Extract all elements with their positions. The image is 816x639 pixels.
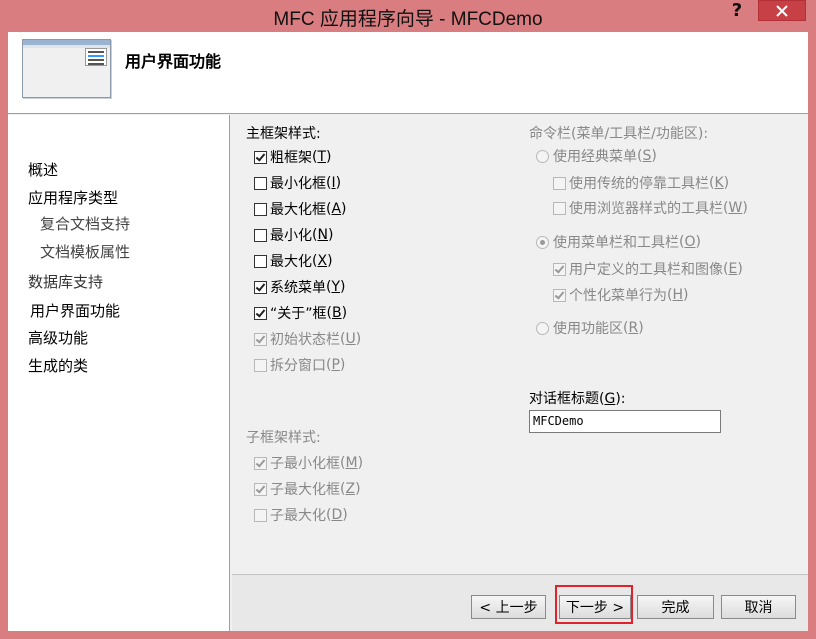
close-icon xyxy=(776,4,788,17)
option-accelerator: M xyxy=(345,455,358,471)
close-button[interactable] xyxy=(758,0,806,21)
legacy-toolbar-checkbox[interactable]: 使用传统的停靠工具栏(K) xyxy=(553,174,729,192)
main-frame-checkbox[interactable]: “关于”框(B) xyxy=(254,304,347,322)
dialog-title-input[interactable]: MFCDemo xyxy=(529,410,721,433)
checkbox-indicator xyxy=(254,306,267,320)
option-label: 最小化 xyxy=(270,228,312,244)
checkbox-indicator xyxy=(254,508,267,522)
option-label: 粗框架 xyxy=(270,150,312,166)
checkbox-indicator xyxy=(553,262,566,276)
sidebar-item-overview[interactable]: 概述 xyxy=(28,159,58,180)
checkbox-indicator xyxy=(254,482,267,496)
option-label: 最小化框 xyxy=(270,176,326,192)
checkbox-indicator xyxy=(254,150,267,164)
option-accelerator: A xyxy=(331,201,342,217)
options-panel: 主框架样式: 粗框架(T) 最小化框(I) 最大化框(A) 最小化(N) 最大化(X) 系… xyxy=(232,115,808,574)
sidebar-item-doc-template[interactable]: 文档模板属性 xyxy=(40,241,130,262)
wizard-footer: < 上一步 下一步 > 完成 取消 xyxy=(232,574,808,631)
radio-indicator xyxy=(536,149,549,163)
sidebar-item-compound-doc[interactable]: 复合文档支持 xyxy=(40,213,130,234)
sidebar-item-database[interactable]: 数据库支持 xyxy=(28,271,103,292)
ribbon-radio[interactable]: 使用功能区(R) xyxy=(536,319,644,337)
child-frame-heading: 子框架样式: xyxy=(246,430,321,446)
checkbox-indicator xyxy=(254,456,267,470)
title-bar: MFC 应用程序向导 - MFCDemo ? xyxy=(0,0,816,32)
checkbox-indicator xyxy=(553,201,566,215)
main-frame-heading: 主框架样式: xyxy=(246,126,321,142)
user-toolbar-checkbox[interactable]: 用户定义的工具栏和图像(E) xyxy=(553,260,743,278)
finish-button[interactable]: 完成 xyxy=(637,595,714,619)
option-label: “关于”框 xyxy=(270,306,327,322)
sidebar-item-advanced[interactable]: 高级功能 xyxy=(28,327,88,348)
wizard-header: 用户界面功能 xyxy=(8,32,808,114)
wizard-client: 用户界面功能 概述 应用程序类型 复合文档支持 文档模板属性 数据库支持 用户界… xyxy=(8,32,808,631)
checkbox-indicator xyxy=(553,288,566,302)
main-frame-checkbox[interactable]: 拆分窗口(P) xyxy=(254,356,345,374)
checkbox-indicator xyxy=(553,176,566,190)
option-accelerator: I xyxy=(331,175,336,191)
child-frame-checkbox[interactable]: 子最大化框(Z) xyxy=(254,480,361,498)
option-accelerator: T xyxy=(317,149,327,165)
option-accelerator: B xyxy=(331,305,342,321)
option-accelerator: P xyxy=(331,357,340,373)
option-accelerator: Z xyxy=(345,481,356,497)
option-accelerator: D xyxy=(331,507,343,523)
classic-menu-radio[interactable]: 使用经典菜单(S) xyxy=(536,147,657,165)
checkbox-indicator xyxy=(254,254,267,268)
option-label: 系统菜单 xyxy=(270,280,326,296)
checkbox-indicator xyxy=(254,280,267,294)
wizard-preview-image xyxy=(22,39,111,98)
dialog-title-label: 对话框标题(G): xyxy=(529,391,626,407)
sidebar-item-ui-features[interactable]: 用户界面功能 xyxy=(28,300,122,321)
checkbox-indicator xyxy=(254,176,267,190)
command-bar-heading: 命令栏(菜单/工具栏/功能区): xyxy=(529,126,709,142)
option-label: 初始状态栏 xyxy=(270,332,340,348)
option-label: 最大化框 xyxy=(270,202,326,218)
main-frame-checkbox[interactable]: 最小化框(I) xyxy=(254,174,341,192)
child-frame-checkbox[interactable]: 子最小化框(M) xyxy=(254,454,363,472)
browser-toolbar-checkbox[interactable]: 使用浏览器样式的工具栏(W) xyxy=(553,199,748,217)
prev-button[interactable]: < 上一步 xyxy=(471,595,546,619)
radio-indicator xyxy=(536,321,549,335)
option-label: 子最小化框 xyxy=(270,456,340,472)
main-frame-checkbox[interactable]: 最大化框(A) xyxy=(254,200,347,218)
page-title: 用户界面功能 xyxy=(125,52,222,71)
main-frame-checkbox[interactable]: 最大化(X) xyxy=(254,252,333,270)
option-label: 子最大化 xyxy=(270,508,326,524)
help-button[interactable]: ? xyxy=(721,0,753,22)
option-accelerator: Y xyxy=(331,279,341,295)
sidebar-item-app-type[interactable]: 应用程序类型 xyxy=(28,187,118,208)
window-title: MFC 应用程序向导 - MFCDemo xyxy=(273,9,543,30)
cancel-button[interactable]: 取消 xyxy=(721,595,796,619)
child-frame-checkbox[interactable]: 子最大化(D) xyxy=(254,506,348,524)
radio-indicator xyxy=(536,235,549,249)
main-frame-checkbox[interactable]: 粗框架(T) xyxy=(254,148,332,166)
wizard-main: 主框架样式: 粗框架(T) 最小化框(I) 最大化框(A) 最小化(N) 最大化(X) 系… xyxy=(232,115,808,631)
sidebar-item-generated-classes[interactable]: 生成的类 xyxy=(28,355,88,376)
option-label: 最大化 xyxy=(270,254,312,270)
main-frame-checkbox[interactable]: 最小化(N) xyxy=(254,226,333,244)
option-accelerator: U xyxy=(345,331,356,347)
wizard-sidebar: 概述 应用程序类型 复合文档支持 文档模板属性 数据库支持 用户界面功能 高级功… xyxy=(8,115,230,631)
personalized-menu-checkbox[interactable]: 个性化菜单行为(H) xyxy=(553,286,688,304)
checkbox-indicator xyxy=(254,358,267,372)
option-label: 拆分窗口 xyxy=(270,358,326,374)
checkbox-indicator xyxy=(254,202,267,216)
checkbox-indicator xyxy=(254,228,267,242)
main-frame-checkbox[interactable]: 系统菜单(Y) xyxy=(254,278,346,296)
main-frame-checkbox[interactable]: 初始状态栏(U) xyxy=(254,330,361,348)
next-button-highlight xyxy=(555,585,633,624)
option-accelerator: N xyxy=(317,227,328,243)
option-label: 子最大化框 xyxy=(270,482,340,498)
option-accelerator: X xyxy=(317,253,328,269)
checkbox-indicator xyxy=(254,332,267,346)
menu-toolbar-radio[interactable]: 使用菜单栏和工具栏(O) xyxy=(536,233,701,251)
